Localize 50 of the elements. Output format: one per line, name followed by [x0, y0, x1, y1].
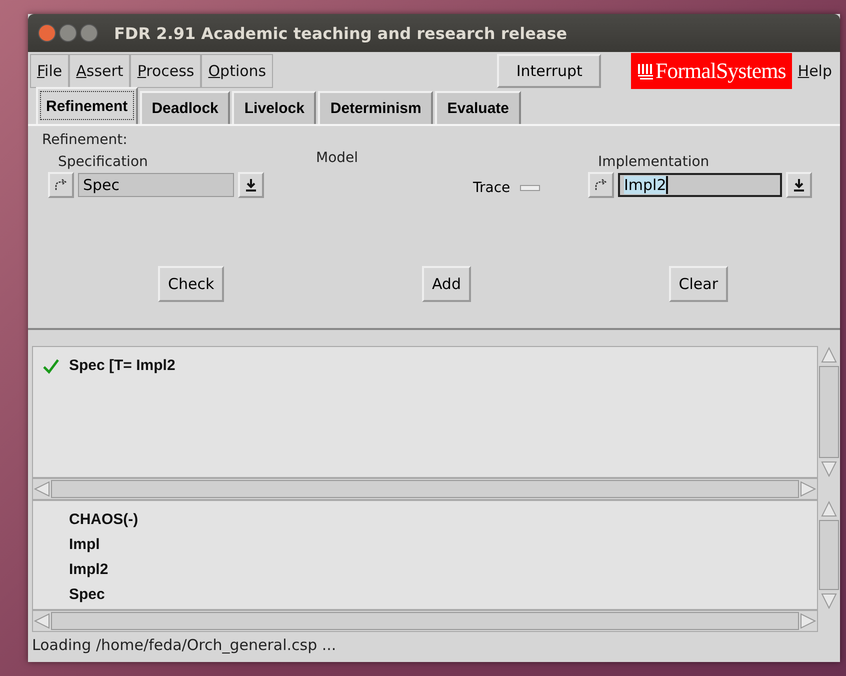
horizontal-scrollbar[interactable] [32, 478, 818, 500]
download-arrow-icon [793, 178, 805, 192]
status-text: Loading /home/feda/Orch_general.csp ... [31, 635, 338, 656]
menu-item[interactable]: Process [130, 54, 202, 88]
maximize-button[interactable] [80, 24, 98, 42]
horizontal-scrollbar[interactable] [32, 610, 818, 632]
dropdown-button[interactable] [238, 172, 264, 198]
scroll-left-icon [33, 481, 51, 497]
process-name[interactable]: Impl2 [69, 561, 108, 578]
logo-text: FormalSystems [655, 58, 786, 84]
section-label: Refinement: [42, 132, 128, 148]
scroll-up-icon [820, 500, 838, 518]
option-indicator[interactable] [520, 185, 540, 191]
dropdown-button[interactable] [786, 172, 812, 198]
minimize-button[interactable] [59, 24, 77, 42]
scroll-right-icon [799, 481, 817, 497]
tab[interactable]: Refinement [36, 87, 138, 124]
field-label: Model [316, 150, 358, 166]
scroll-left-icon [33, 613, 51, 629]
tab[interactable]: Determinism [318, 91, 434, 124]
process-name[interactable]: Impl [69, 536, 100, 553]
tab[interactable]: Evaluate [435, 91, 521, 124]
action-button[interactable]: Clear [668, 266, 728, 302]
menu-item[interactable]: Assert [69, 54, 130, 88]
scroll-down-icon [820, 592, 838, 610]
menu-item[interactable]: File [30, 54, 70, 88]
curved-arrow-icon [54, 179, 68, 191]
menu-item[interactable]: Options [201, 54, 274, 88]
action-button[interactable]: Add [422, 266, 471, 302]
field-label: Specification [58, 154, 149, 170]
model-value: Trace [473, 180, 510, 196]
tab[interactable]: Livelock [232, 91, 316, 124]
text-field[interactable]: Spec [78, 173, 234, 197]
scroll-right-icon [799, 613, 817, 629]
process-name[interactable]: Spec [69, 586, 105, 603]
close-button[interactable] [38, 24, 56, 42]
window-title: FDR 2.91 Academic teaching and research release [114, 24, 568, 42]
action-button[interactable]: Check [158, 266, 224, 302]
interrupt-button[interactable]: Interrupt [497, 54, 602, 88]
apply-button[interactable] [588, 172, 614, 198]
scroll-down-icon [820, 460, 838, 478]
text-field[interactable]: Impl2 [618, 173, 782, 197]
result-item[interactable]: Spec [T= Impl2 [69, 357, 176, 374]
curved-arrow-icon [594, 179, 608, 191]
tab[interactable]: Deadlock [140, 91, 230, 124]
download-arrow-icon [245, 178, 257, 192]
process-name[interactable]: CHAOS(-) [69, 511, 138, 528]
field-label: Implementation [598, 154, 710, 170]
logo-mark-icon [637, 62, 654, 80]
apply-button[interactable] [48, 172, 74, 198]
